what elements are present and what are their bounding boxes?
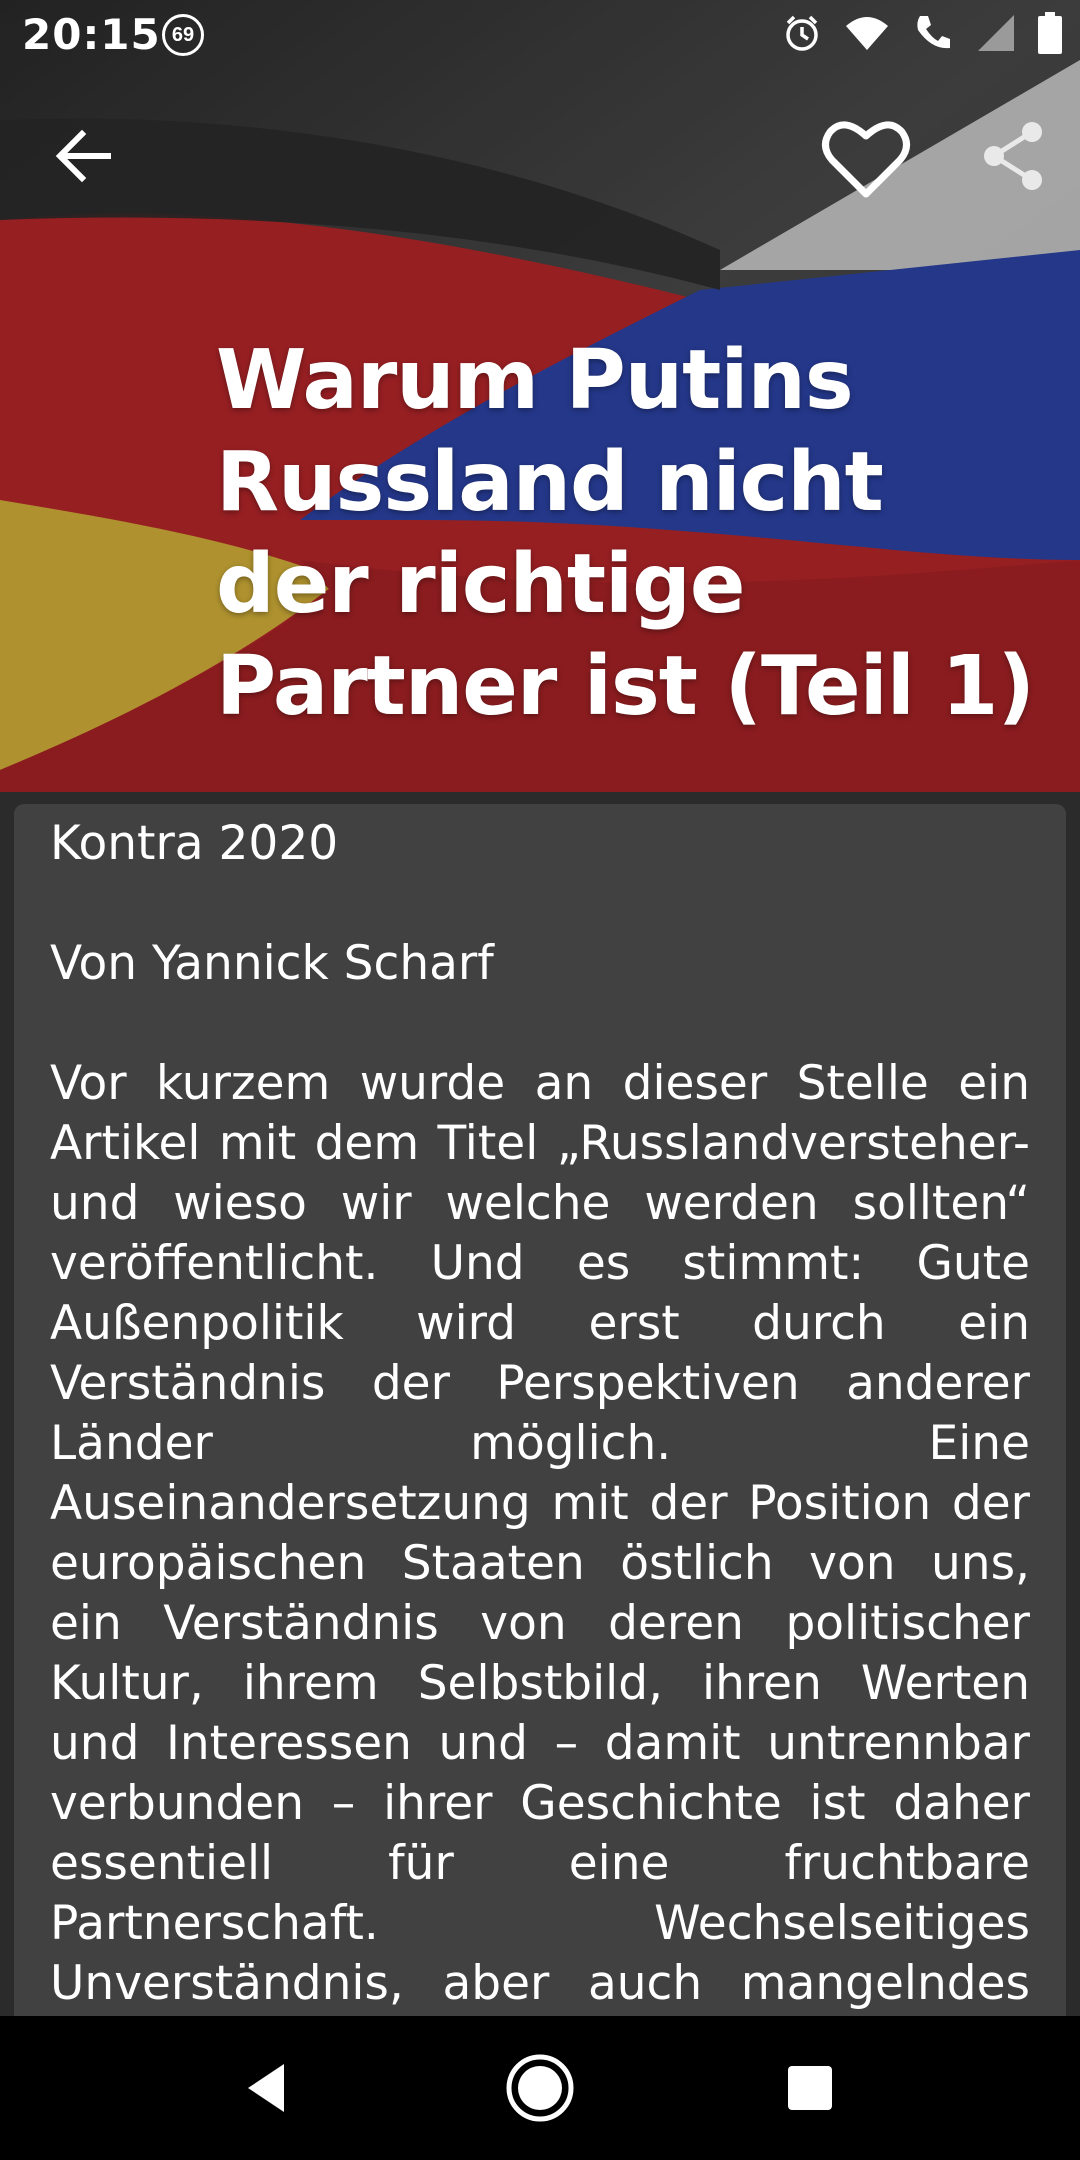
nav-back-button[interactable] — [232, 2052, 304, 2124]
share-icon — [984, 122, 1042, 190]
article-body: Vor kurzem wurde an dieser Stelle ein Ar… — [50, 1056, 1030, 2131]
back-button[interactable] — [48, 118, 120, 190]
heart-outline-icon — [822, 121, 910, 198]
article-card: Kontra 2020 Von Yannick Scharf Vor kurze… — [14, 804, 1066, 2131]
nav-home-circle-icon — [506, 2054, 574, 2122]
signal-icon — [978, 15, 1014, 51]
article-title: Warum Putins Russland nicht der richtige… — [216, 333, 1035, 734]
wifi-icon — [846, 17, 888, 50]
call-icon — [917, 16, 950, 49]
battery-icon — [1038, 12, 1062, 54]
nav-recents-button[interactable] — [774, 2052, 846, 2124]
alarm-icon — [786, 15, 818, 51]
nav-home-button[interactable] — [504, 2052, 576, 2124]
notification-count-badge: 69 — [162, 14, 204, 56]
article-category: Kontra 2020 — [50, 816, 339, 871]
status-bar: 20:15 69 — [0, 0, 1080, 72]
article-author: Von Yannick Scharf — [50, 936, 494, 991]
system-navigation-bar — [0, 2016, 1080, 2160]
status-time: 20:15 — [22, 10, 161, 59]
nav-back-triangle-icon — [248, 2064, 284, 2112]
arrow-back-icon — [55, 129, 111, 183]
favorite-button[interactable] — [820, 116, 912, 202]
nav-recents-square-icon — [788, 2066, 832, 2110]
share-button[interactable] — [978, 120, 1050, 192]
